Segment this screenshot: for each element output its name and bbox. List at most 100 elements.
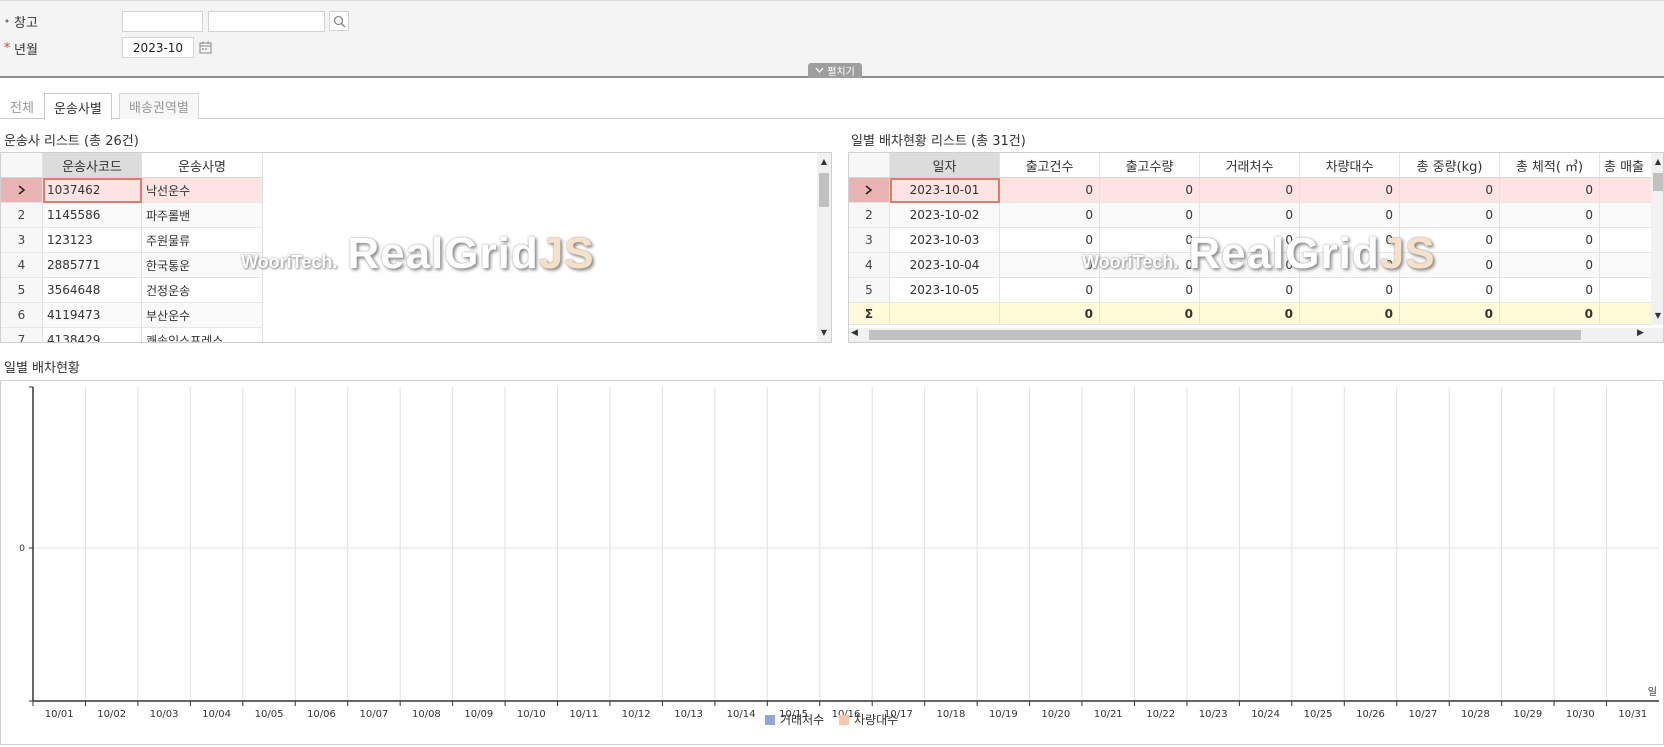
date-cell[interactable]: 2023-10-02 bbox=[890, 203, 1000, 228]
carrier-name-cell[interactable]: 주원물류 bbox=[142, 228, 263, 253]
row-number: 2 bbox=[1, 203, 43, 228]
shipment-quantity-cell[interactable]: 0 bbox=[1100, 278, 1200, 303]
scroll-thumb[interactable] bbox=[869, 330, 1581, 340]
shipment-quantity-cell[interactable]: 0 bbox=[1100, 178, 1200, 203]
column-header-total-volume[interactable]: 총 체적( ㎥) bbox=[1500, 153, 1600, 178]
column-header-total-weight[interactable]: 총 중량(kg) bbox=[1400, 153, 1500, 178]
shipment-quantity-cell[interactable]: 0 bbox=[1100, 253, 1200, 278]
daily-grid: 일자 출고건수 출고수량 거래처수 차량대수 총 중량(kg) 총 체적( ㎥)… bbox=[848, 152, 1664, 343]
column-header-date[interactable]: 일자 bbox=[890, 153, 1000, 178]
legend-label: 차량대수 bbox=[854, 713, 898, 727]
chart-x-tick-label: 10/20 bbox=[1041, 709, 1070, 720]
shipment-count-cell[interactable]: 0 bbox=[1000, 278, 1100, 303]
total-weight-cell[interactable]: 0 bbox=[1400, 278, 1500, 303]
total-volume-cell[interactable]: 0 bbox=[1500, 253, 1600, 278]
total-volume-cell[interactable]: 0 bbox=[1500, 228, 1600, 253]
carrier-name-cell[interactable]: 한국통운 bbox=[142, 253, 263, 278]
watermark-product: RealGridJS bbox=[347, 229, 594, 279]
carrier-code-cell[interactable]: 4138429 bbox=[43, 328, 142, 342]
shipment-quantity-cell[interactable]: 0 bbox=[1100, 228, 1200, 253]
total-weight-cell[interactable]: 0 bbox=[1400, 253, 1500, 278]
column-header-carrier-code[interactable]: 운송사코드 bbox=[43, 153, 142, 178]
carrier-name-cell[interactable]: 파주롤밴 bbox=[142, 203, 263, 228]
shipment-count-cell[interactable]: 0 bbox=[1000, 228, 1100, 253]
scroll-up-arrow-icon[interactable]: ▲ bbox=[1651, 157, 1663, 166]
total-sales-cell[interactable] bbox=[1600, 203, 1655, 228]
search-panel: • 창고 * 년월 2023-10 펼치기 bbox=[0, 0, 1664, 78]
customer-count-cell[interactable]: 0 bbox=[1200, 278, 1300, 303]
carrier-name-cell[interactable]: 부산운수 bbox=[142, 303, 263, 328]
column-header-vehicle-count[interactable]: 차량대수 bbox=[1300, 153, 1400, 178]
total-sales-cell[interactable] bbox=[1600, 253, 1655, 278]
total-weight-cell[interactable]: 0 bbox=[1400, 178, 1500, 203]
yearmonth-input[interactable]: 2023-10 bbox=[122, 37, 194, 58]
expand-toggle-button[interactable]: 펼치기 bbox=[808, 63, 862, 78]
vehicle-count-cell[interactable]: 0 bbox=[1300, 178, 1400, 203]
column-header-customer-count[interactable]: 거래처수 bbox=[1200, 153, 1300, 178]
scroll-down-arrow-icon[interactable]: ▼ bbox=[1651, 311, 1663, 320]
carrier-code-cell[interactable]: 4119473 bbox=[43, 303, 142, 328]
carrier-code-cell[interactable]: 1037462 bbox=[43, 178, 142, 203]
date-cell[interactable]: 2023-10-04 bbox=[890, 253, 1000, 278]
scroll-thumb[interactable] bbox=[819, 173, 829, 207]
carrier-code-cell[interactable]: 2885771 bbox=[43, 253, 142, 278]
scroll-right-arrow-icon[interactable]: ▶ bbox=[1637, 328, 1644, 338]
column-header-carrier-name[interactable]: 운송사명 bbox=[142, 153, 263, 178]
tab-by-delivery-area[interactable]: 배송권역별 bbox=[119, 93, 199, 119]
shipment-count-cell[interactable]: 0 bbox=[1000, 203, 1100, 228]
daily-grid-horizontal-scrollbar[interactable]: ◀ ▶ bbox=[849, 328, 1663, 342]
date-cell[interactable]: 2023-10-05 bbox=[890, 278, 1000, 303]
column-header-shipment-count[interactable]: 출고건수 bbox=[1000, 153, 1100, 178]
customer-count-cell[interactable]: 0 bbox=[1200, 178, 1300, 203]
chart-x-tick-label: 10/14 bbox=[727, 709, 756, 720]
customer-count-cell[interactable]: 0 bbox=[1200, 253, 1300, 278]
row-number: 4 bbox=[849, 253, 890, 278]
scroll-up-arrow-icon[interactable]: ▲ bbox=[817, 157, 831, 166]
shipment-count-cell[interactable]: 0 bbox=[1000, 253, 1100, 278]
total-sales-cell[interactable] bbox=[1600, 228, 1655, 253]
total-sales-cell[interactable] bbox=[1600, 278, 1655, 303]
carrier-code-cell[interactable]: 123123 bbox=[43, 228, 142, 253]
customer-count-cell[interactable]: 0 bbox=[1200, 228, 1300, 253]
search-icon[interactable] bbox=[329, 11, 349, 31]
total-weight-cell[interactable]: 0 bbox=[1400, 203, 1500, 228]
carrier-name-cell[interactable]: 건정운송 bbox=[142, 278, 263, 303]
column-header-shipment-quantity[interactable]: 출고수량 bbox=[1100, 153, 1200, 178]
tab-all[interactable]: 전체 bbox=[0, 93, 44, 119]
carrier-code-cell[interactable]: 3564648 bbox=[43, 278, 142, 303]
total-volume-cell[interactable]: 0 bbox=[1500, 278, 1600, 303]
scroll-down-arrow-icon[interactable]: ▼ bbox=[817, 328, 831, 337]
chart-x-tick-label: 10/25 bbox=[1304, 709, 1333, 720]
date-cell[interactable]: 2023-10-03 bbox=[890, 228, 1000, 253]
carrier-name-cell[interactable]: 낙선운수 bbox=[142, 178, 263, 203]
expand-toggle-label: 펼치기 bbox=[827, 67, 855, 78]
tab-by-carrier[interactable]: 운송사별 bbox=[44, 93, 112, 120]
total-sales-cell[interactable] bbox=[1600, 178, 1655, 203]
total-volume-cell[interactable]: 0 bbox=[1500, 178, 1600, 203]
carrier-name-cell[interactable]: 쾌송익스프레스 bbox=[142, 328, 263, 342]
total-volume-cell[interactable]: 0 bbox=[1500, 203, 1600, 228]
customer-count-cell[interactable]: 0 bbox=[1200, 203, 1300, 228]
row-indicator-arrow bbox=[849, 178, 890, 203]
scroll-left-arrow-icon[interactable]: ◀ bbox=[851, 328, 858, 338]
warehouse-name-input[interactable] bbox=[208, 11, 325, 32]
row-indicator-arrow bbox=[1, 178, 43, 203]
calendar-icon[interactable] bbox=[195, 37, 215, 57]
shipment-count-cell[interactable]: 0 bbox=[1000, 178, 1100, 203]
total-weight-cell[interactable]: 0 bbox=[1400, 228, 1500, 253]
shipment-quantity-cell[interactable]: 0 bbox=[1100, 203, 1200, 228]
legend-swatch bbox=[839, 715, 849, 725]
carrier-code-cell[interactable]: 1145586 bbox=[43, 203, 142, 228]
chart-x-tick-label: 10/02 bbox=[97, 709, 126, 720]
vehicle-count-cell[interactable]: 0 bbox=[1300, 203, 1400, 228]
date-cell[interactable]: 2023-10-01 bbox=[890, 178, 1000, 203]
carrier-grid-vertical-scrollbar[interactable]: ▲ ▼ bbox=[817, 153, 831, 342]
vehicle-count-cell[interactable]: 0 bbox=[1300, 278, 1400, 303]
daily-grid-vertical-scrollbar[interactable]: ▲ ▼ bbox=[1651, 153, 1663, 325]
scroll-thumb[interactable] bbox=[1653, 173, 1663, 191]
warehouse-code-input[interactable] bbox=[122, 11, 203, 32]
vehicle-count-cell[interactable]: 0 bbox=[1300, 253, 1400, 278]
column-header-total-sales[interactable]: 총 매출 bbox=[1600, 153, 1655, 178]
row-number: 5 bbox=[1, 278, 43, 303]
vehicle-count-cell[interactable]: 0 bbox=[1300, 228, 1400, 253]
